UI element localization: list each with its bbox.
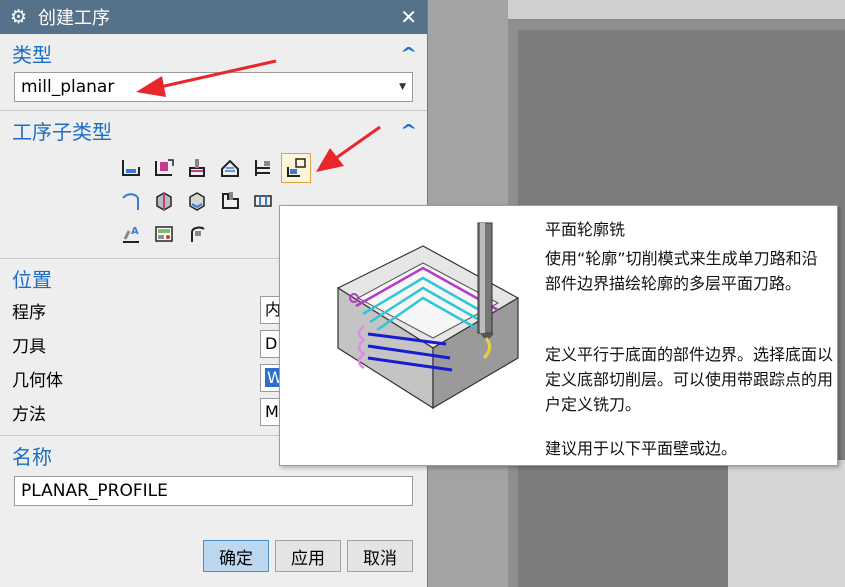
tooltip-paragraph: 定义平行于底面的部件边界。选择底面以定义底部切削层。可以使用带跟踪点的用户定义铣… [545, 345, 834, 414]
svg-text:A: A [131, 226, 139, 237]
type-section: 类型 ^ mill_planar ▼ [0, 34, 427, 111]
part-top-face [508, 0, 845, 20]
tooltip-paragraph: 建议用于以下平面壁或边。 [545, 439, 738, 458]
planar-mill-icon[interactable] [248, 153, 278, 183]
tool-label: 刀具 [12, 336, 46, 357]
type-section-title: 类型 [12, 42, 52, 67]
cleanup-corners-icon[interactable] [116, 186, 146, 216]
collapse-chevron-icon[interactable]: ^ [400, 44, 417, 63]
apply-button[interactable]: 应用 [275, 540, 341, 572]
hole-milling-icon[interactable] [248, 186, 278, 216]
planar-text-icon[interactable]: A [116, 219, 146, 249]
part-light-face [728, 460, 845, 587]
dropdown-arrow-icon[interactable]: ▼ [399, 82, 406, 92]
operation-tooltip: 平面轮廓铣 使用“轮廓”切削模式来生成单刀路和沿部件边界描绘轮廓的多层平面刀路。… [279, 205, 838, 466]
operation-name-input[interactable]: PLANAR_PROFILE [14, 476, 413, 506]
mill-control-icon[interactable] [149, 219, 179, 249]
floor-wall-ipw-icon[interactable] [149, 153, 179, 183]
planar-profile-icon[interactable] [281, 152, 311, 183]
gear-icon: ⚙ [10, 5, 28, 28]
subtype-icon-row [116, 151, 415, 184]
collapse-chevron-icon[interactable]: ^ [400, 121, 417, 140]
program-label: 程序 [12, 302, 46, 323]
finish-walls-icon[interactable] [149, 186, 179, 216]
face-milling-icon[interactable] [182, 153, 212, 183]
mill-user-icon[interactable] [182, 219, 212, 249]
ok-button[interactable]: 确定 [203, 540, 269, 572]
type-dropdown-value: mill_planar [21, 77, 115, 97]
dialog-button-bar: 确定 应用 取消 [0, 540, 427, 580]
finish-floor-icon[interactable] [182, 186, 212, 216]
dialog-title: 创建工序 [38, 8, 110, 29]
dialog-titlebar[interactable]: ⚙ 创建工序 ✕ [0, 0, 427, 34]
tooltip-paragraph: 使用“轮廓”切削模式来生成单刀路和沿部件边界描绘轮廓的多层平面刀路。 [545, 249, 818, 293]
type-dropdown[interactable]: mill_planar ▼ [14, 72, 413, 102]
face-milling-manual-icon[interactable] [215, 153, 245, 183]
cancel-button[interactable]: 取消 [347, 540, 413, 572]
planar-profile-illustration [336, 222, 520, 410]
method-label: 方法 [12, 404, 46, 425]
name-section-title: 名称 [12, 444, 52, 469]
close-icon[interactable]: ✕ [400, 5, 417, 29]
tooltip-title: 平面轮廓铣 [545, 220, 626, 239]
floor-wall-icon[interactable] [116, 153, 146, 183]
geometry-label: 几何体 [12, 370, 63, 391]
groove-milling-icon[interactable] [215, 186, 245, 216]
location-section-title: 位置 [12, 267, 52, 292]
subtype-section-title: 工序子类型 [12, 119, 112, 144]
